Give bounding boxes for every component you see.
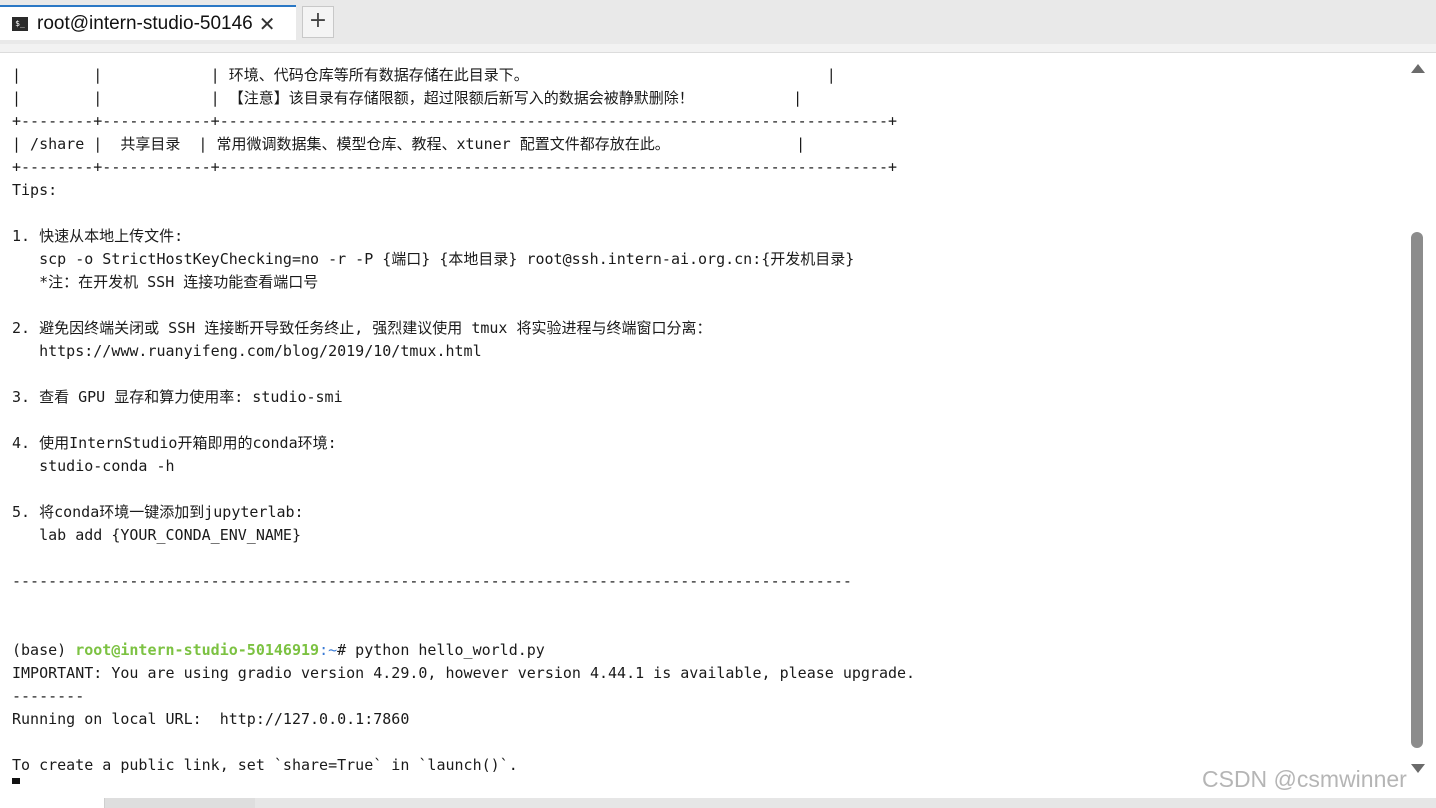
watermark: CSDN @csmwinner (1202, 766, 1407, 792)
vertical-scrollbar[interactable] (1408, 58, 1426, 776)
cursor-line (12, 777, 1402, 784)
bottom-bar (0, 798, 1436, 808)
output-line: Running on local URL: http://127.0.0.1:7… (12, 710, 410, 728)
tab-bar: $_ root@intern-studio-50146 ✕ + (0, 0, 1436, 44)
close-icon[interactable]: ✕ (259, 12, 276, 36)
terminal-line: https://www.ruanyifeng.com/blog/2019/10/… (12, 342, 482, 360)
terminal-line: Tips: (12, 181, 58, 199)
output-line: -------- (12, 687, 85, 705)
terminal-line: 1. 快速从本地上传文件: (12, 227, 184, 245)
terminal-output[interactable]: | | | 环境、代码仓库等所有数据存储在此目录下。 | | | | 【注意】该目… (12, 64, 1402, 784)
terminal-line: +--------+------------+-----------------… (12, 158, 898, 176)
terminal-tab[interactable]: $_ root@intern-studio-50146 ✕ (0, 5, 296, 40)
command-output: IMPORTANT: You are using gradio version … (12, 662, 1402, 777)
terminal-line: 5. 将conda环境一键添加到jupyterlab: (12, 503, 304, 521)
tab-title: root@intern-studio-50146 (37, 12, 253, 34)
terminal-line: | | | 环境、代码仓库等所有数据存储在此目录下。 | (12, 66, 836, 84)
output-line: IMPORTANT: You are using gradio version … (12, 664, 916, 682)
bottom-tab-segment[interactable] (0, 798, 105, 808)
new-tab-button[interactable]: + (302, 6, 334, 38)
terminal-line: *注：在开发机 SSH 连接功能查看端口号 (12, 273, 319, 291)
prompt-command: # python hello_world.py (337, 641, 545, 659)
prompt-user-host: root@intern-studio-50146919 (75, 641, 320, 659)
terminal-icon: $_ (12, 16, 28, 31)
terminal-line: scp -o StrictHostKeyChecking=no -r -P {端… (12, 250, 855, 268)
prompt-path: :~ (319, 641, 338, 659)
scroll-up-arrow-icon[interactable] (1411, 64, 1425, 73)
terminal-line: | /share | 共享目录 | 常用微调数据集、模型仓库、教程、xtuner… (12, 135, 806, 153)
scroll-down-arrow-icon[interactable] (1411, 764, 1425, 773)
terminal-line: | | | 【注意】该目录有存储限额，超过限额后新写入的数据会被静默删除！ | (12, 89, 803, 107)
conda-env: (base) (12, 641, 76, 659)
terminal-line: 4. 使用InternStudio开箱即用的conda环境: (12, 434, 337, 452)
text-cursor (12, 777, 20, 784)
terminal-line: studio-conda -h (12, 457, 175, 475)
bottom-tab-segment-2[interactable] (105, 798, 255, 808)
terminal-line: 2. 避免因终端关闭或 SSH 连接断开导致任务终止, 强烈建议使用 tmux … (12, 319, 712, 337)
terminal-line: +--------+------------+-----------------… (12, 112, 898, 130)
toolbar-strip (0, 44, 1436, 53)
terminal-line: ----------------------------------------… (12, 572, 852, 590)
output-line: To create a public link, set `share=True… (12, 756, 518, 774)
terminal-line: 3. 查看 GPU 显存和算力使用率: studio-smi (12, 388, 343, 406)
terminal-lines: | | | 环境、代码仓库等所有数据存储在此目录下。 | | | | 【注意】该目… (12, 64, 1402, 639)
terminal-line: lab add {YOUR_CONDA_ENV_NAME} (12, 526, 301, 544)
scrollbar-thumb[interactable] (1411, 232, 1423, 748)
shell-prompt-line: (base) root@intern-studio-50146919:~# py… (12, 639, 1402, 662)
